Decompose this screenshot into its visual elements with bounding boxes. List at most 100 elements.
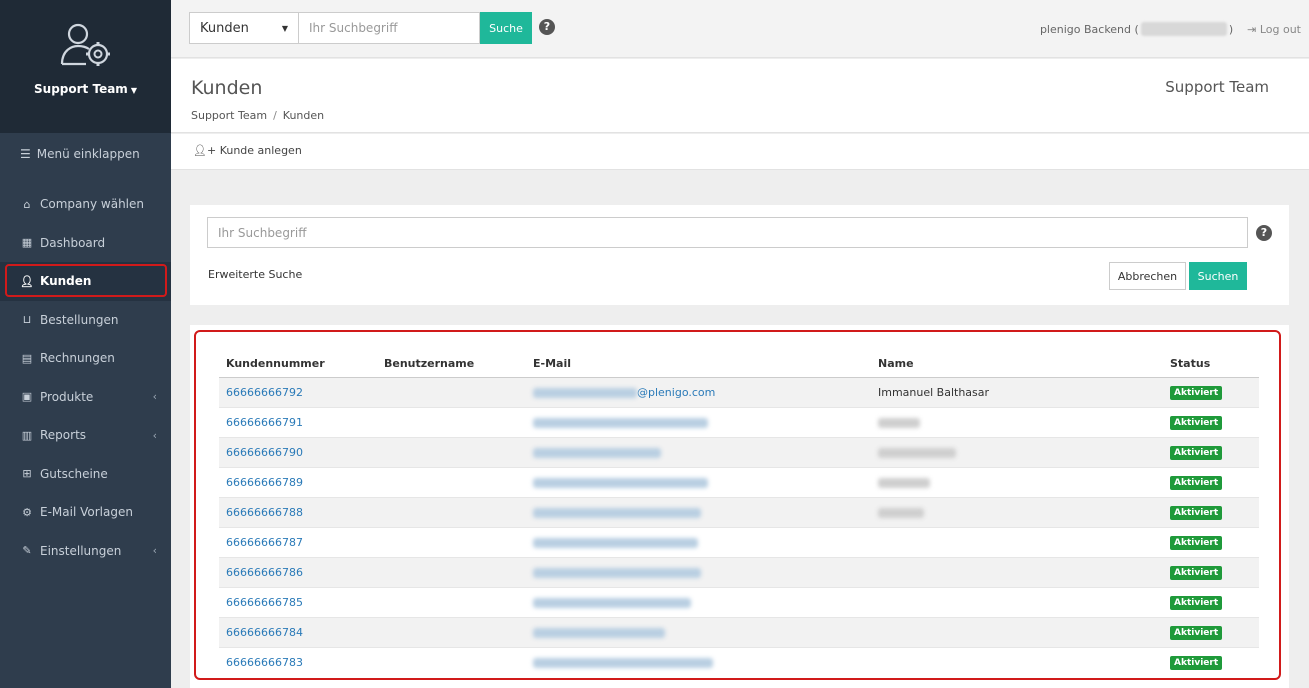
global-search-button[interactable]: Suche: [480, 12, 532, 44]
customer-id-link[interactable]: 66666666788: [226, 506, 303, 519]
customer-id-link[interactable]: 66666666791: [226, 416, 303, 429]
column-header-name[interactable]: Name: [871, 351, 1163, 378]
sidebar-item-email-vorlagen[interactable]: ⚙ E-Mail Vorlagen: [0, 493, 171, 532]
table-header-row: Kundennummer Benutzername E-Mail Name St…: [219, 351, 1259, 378]
customer-table: Kundennummer Benutzername E-Mail Name St…: [219, 351, 1259, 677]
status-badge: Aktiviert: [1170, 415, 1223, 430]
status-badge: Aktiviert: [1170, 505, 1223, 520]
name-cell: [871, 466, 1163, 497]
table-row[interactable]: 66666666787 Aktiviert: [219, 526, 1259, 557]
team-switcher[interactable]: Support Team ▼: [34, 82, 137, 96]
column-header-status[interactable]: Status: [1163, 351, 1259, 378]
table-row[interactable]: 66666666792 @plenigo.com Immanuel Baltha…: [219, 376, 1259, 407]
breadcrumb: Support Team / Kunden: [191, 109, 324, 122]
extended-search-link[interactable]: Erweiterte Suche: [208, 268, 302, 281]
customer-search-panel: Ihr Suchbegriff ? Erweiterte Suche Abbre…: [190, 205, 1289, 305]
customer-id-link[interactable]: 66666666789: [226, 476, 303, 489]
table-row[interactable]: 66666666791 Aktiviert: [219, 406, 1259, 437]
table-row[interactable]: 66666666783 Aktiviert: [219, 646, 1259, 677]
global-search-input[interactable]: Ihr Suchbegriff: [299, 12, 480, 44]
add-customer-button[interactable]: 👤︎+ Kunde anlegen: [193, 144, 302, 157]
sidebar-item-dashboard[interactable]: ▦ Dashboard: [0, 224, 171, 263]
email-cell[interactable]: [526, 616, 871, 647]
sidebar-item-label: Einstellungen: [40, 543, 122, 558]
email-cell[interactable]: [526, 646, 871, 677]
email-cell[interactable]: [526, 466, 871, 497]
name-cell: [871, 436, 1163, 467]
sidebar-item-company[interactable]: ⌂ Company wählen: [0, 185, 171, 224]
customer-id-link[interactable]: 66666666792: [226, 386, 303, 399]
email-cell[interactable]: [526, 556, 871, 587]
breadcrumb-separator: /: [273, 109, 277, 122]
name-cell: [871, 406, 1163, 437]
help-icon[interactable]: ?: [539, 19, 555, 35]
sidebar-item-label: E-Mail Vorlagen: [40, 505, 133, 520]
customer-id-link[interactable]: 66666666786: [226, 566, 303, 579]
redacted-email: [533, 447, 661, 458]
sidebar-item-bestellungen[interactable]: ⊔ Bestellungen: [0, 301, 171, 340]
status-badge: Aktiviert: [1170, 625, 1223, 640]
column-header-kundennummer[interactable]: Kundennummer: [219, 351, 377, 378]
redacted-username: [1140, 22, 1227, 36]
column-header-email[interactable]: E-Mail: [526, 351, 871, 378]
email-cell[interactable]: [526, 406, 871, 437]
customer-id-link[interactable]: 66666666785: [226, 596, 303, 609]
breadcrumb-item[interactable]: Support Team: [191, 109, 267, 122]
email-cell[interactable]: @plenigo.com: [526, 376, 871, 407]
cancel-button[interactable]: Abbrechen: [1109, 262, 1186, 290]
customer-search-input[interactable]: Ihr Suchbegriff: [207, 217, 1248, 248]
sidebar-item-kunden[interactable]: 👤︎ Kunden: [0, 262, 171, 301]
add-customer-label: Kunde anlegen: [219, 144, 302, 157]
logout-link[interactable]: ⇥ Log out: [1247, 23, 1301, 36]
sidebar-item-label: Kunden: [40, 274, 92, 289]
redacted-email: [533, 477, 708, 488]
table-row[interactable]: 66666666786 Aktiviert: [219, 556, 1259, 587]
email-cell[interactable]: [526, 586, 871, 617]
sidebar-item-produkte[interactable]: ▣ Produkte ‹: [0, 378, 171, 417]
table-row[interactable]: 66666666790 Aktiviert: [219, 436, 1259, 467]
breadcrumb-item: Kunden: [282, 109, 325, 122]
sidebar-header: Support Team ▼: [0, 0, 171, 133]
sidebar-item-rechnungen[interactable]: ▤ Rechnungen: [0, 339, 171, 378]
redacted-name: [878, 447, 956, 458]
column-header-benutzername[interactable]: Benutzername: [377, 351, 526, 378]
wrench-icon: ✎: [22, 544, 32, 558]
customer-id-link[interactable]: 66666666790: [226, 446, 303, 459]
customer-id-link[interactable]: 66666666783: [226, 656, 303, 669]
sidebar-item-reports[interactable]: ▥ Reports ‹: [0, 416, 171, 455]
username-cell: [377, 436, 526, 467]
redacted-email: [533, 537, 698, 548]
table-row[interactable]: 66666666785 Aktiviert: [219, 586, 1259, 617]
email-cell[interactable]: [526, 496, 871, 527]
search-button[interactable]: Suchen: [1189, 262, 1247, 290]
name-cell: [871, 526, 1163, 557]
menu-collapse-label: Menü einklappen: [36, 147, 140, 161]
username-cell: [377, 586, 526, 617]
search-scope-select[interactable]: Kunden ▼: [189, 12, 299, 44]
table-row[interactable]: 66666666789 Aktiviert: [219, 466, 1259, 497]
email-cell[interactable]: [526, 526, 871, 557]
user-icon: 👤︎: [20, 274, 34, 288]
sidebar-item-einstellungen[interactable]: ✎ Einstellungen ‹: [0, 532, 171, 571]
name-cell: [871, 646, 1163, 677]
sidebar-item-gutscheine[interactable]: ⊞ Gutscheine: [0, 455, 171, 494]
global-search: Kunden ▼ Ihr Suchbegriff Suche: [189, 12, 532, 44]
redacted-email: [533, 507, 701, 518]
table-row[interactable]: 66666666784 Aktiviert: [219, 616, 1259, 647]
menu-collapse-button[interactable]: ☰ Menü einklappen: [0, 133, 171, 175]
customer-id-link[interactable]: 66666666784: [226, 626, 303, 639]
hamburger-icon: ☰: [20, 147, 31, 161]
table-row[interactable]: 66666666788 Aktiviert: [219, 496, 1259, 527]
chevron-left-icon: ‹: [152, 428, 157, 442]
help-icon[interactable]: ?: [1256, 225, 1272, 241]
sidebar-item-label: Bestellungen: [40, 312, 119, 327]
email-cell[interactable]: [526, 436, 871, 467]
customer-id-link[interactable]: 66666666787: [226, 536, 303, 549]
sidebar: Support Team ▼ ☰ Menü einklappen ⌂ Compan…: [0, 0, 171, 688]
cogs-icon: ⚙: [22, 505, 32, 519]
user-label-prefix: plenigo Backend (: [1039, 22, 1139, 36]
status-badge: Aktiviert: [1170, 475, 1223, 490]
sidebar-nav: ⌂ Company wählen ▦ Dashboard 👤︎ Kunden ⊔…: [0, 185, 171, 570]
topbar: Kunden ▼ Ihr Suchbegriff Suche ? plenigo…: [171, 0, 1309, 58]
user-info: plenigo Backend ( ) ⇥ Log out: [1040, 22, 1301, 36]
